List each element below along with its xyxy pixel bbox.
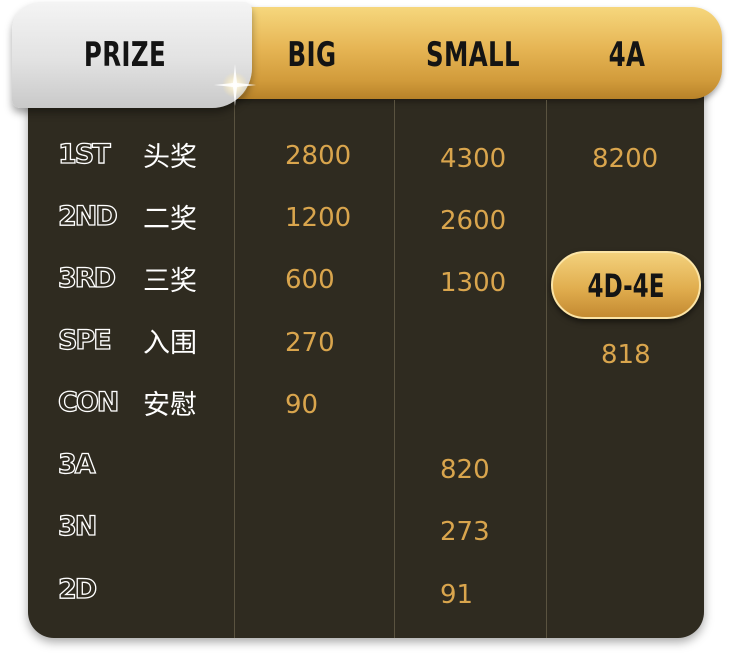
big-value-con: 90 (285, 390, 319, 420)
row-label-cn-3rd: 三奖 (143, 266, 197, 297)
column-header-4a: 4A (608, 35, 646, 75)
row-label-cn-2nd: 二奖 (143, 204, 197, 235)
column-divider (234, 100, 235, 638)
small-value-2d: 91 (440, 580, 474, 610)
big-value-2nd: 1200 (285, 203, 352, 233)
4a-value-1st: 8200 (592, 144, 659, 174)
small-value-3n: 273 (440, 517, 490, 547)
column-header-small: SMALL (426, 35, 520, 75)
row-label-3rd: 3RD (57, 262, 116, 294)
prize-heading: PRIZE (83, 35, 167, 75)
row-label-spe: SPE (57, 324, 112, 356)
big-value-1st: 2800 (285, 141, 352, 171)
prize-table-panel (28, 24, 704, 638)
row-label-con: CON (57, 386, 120, 418)
4d-4e-badge[interactable]: 4D-4E (551, 251, 701, 319)
small-value-3a: 820 (440, 455, 490, 485)
row-label-cn-con: 安慰 (143, 390, 197, 421)
column-header-big: BIG (287, 35, 337, 75)
big-value-spe: 270 (285, 328, 335, 358)
row-label-cn-1st: 头奖 (143, 142, 197, 173)
sparkle-icon (214, 64, 256, 106)
row-label-2d: 2D (57, 573, 98, 605)
small-value-3rd: 1300 (440, 268, 507, 298)
small-value-1st: 4300 (440, 144, 507, 174)
row-label-3a: 3A (57, 448, 96, 480)
small-value-2nd: 2600 (440, 206, 507, 236)
column-divider (546, 100, 547, 638)
4d-4e-value: 818 (601, 340, 651, 370)
row-label-3n: 3N (57, 510, 98, 542)
row-label-1st: 1ST (57, 138, 111, 170)
4d-4e-label: 4D-4E (587, 267, 665, 305)
row-label-cn-spe: 入围 (143, 328, 197, 359)
column-divider (394, 100, 395, 638)
row-label-2nd: 2ND (57, 200, 118, 232)
big-value-3rd: 600 (285, 265, 335, 295)
